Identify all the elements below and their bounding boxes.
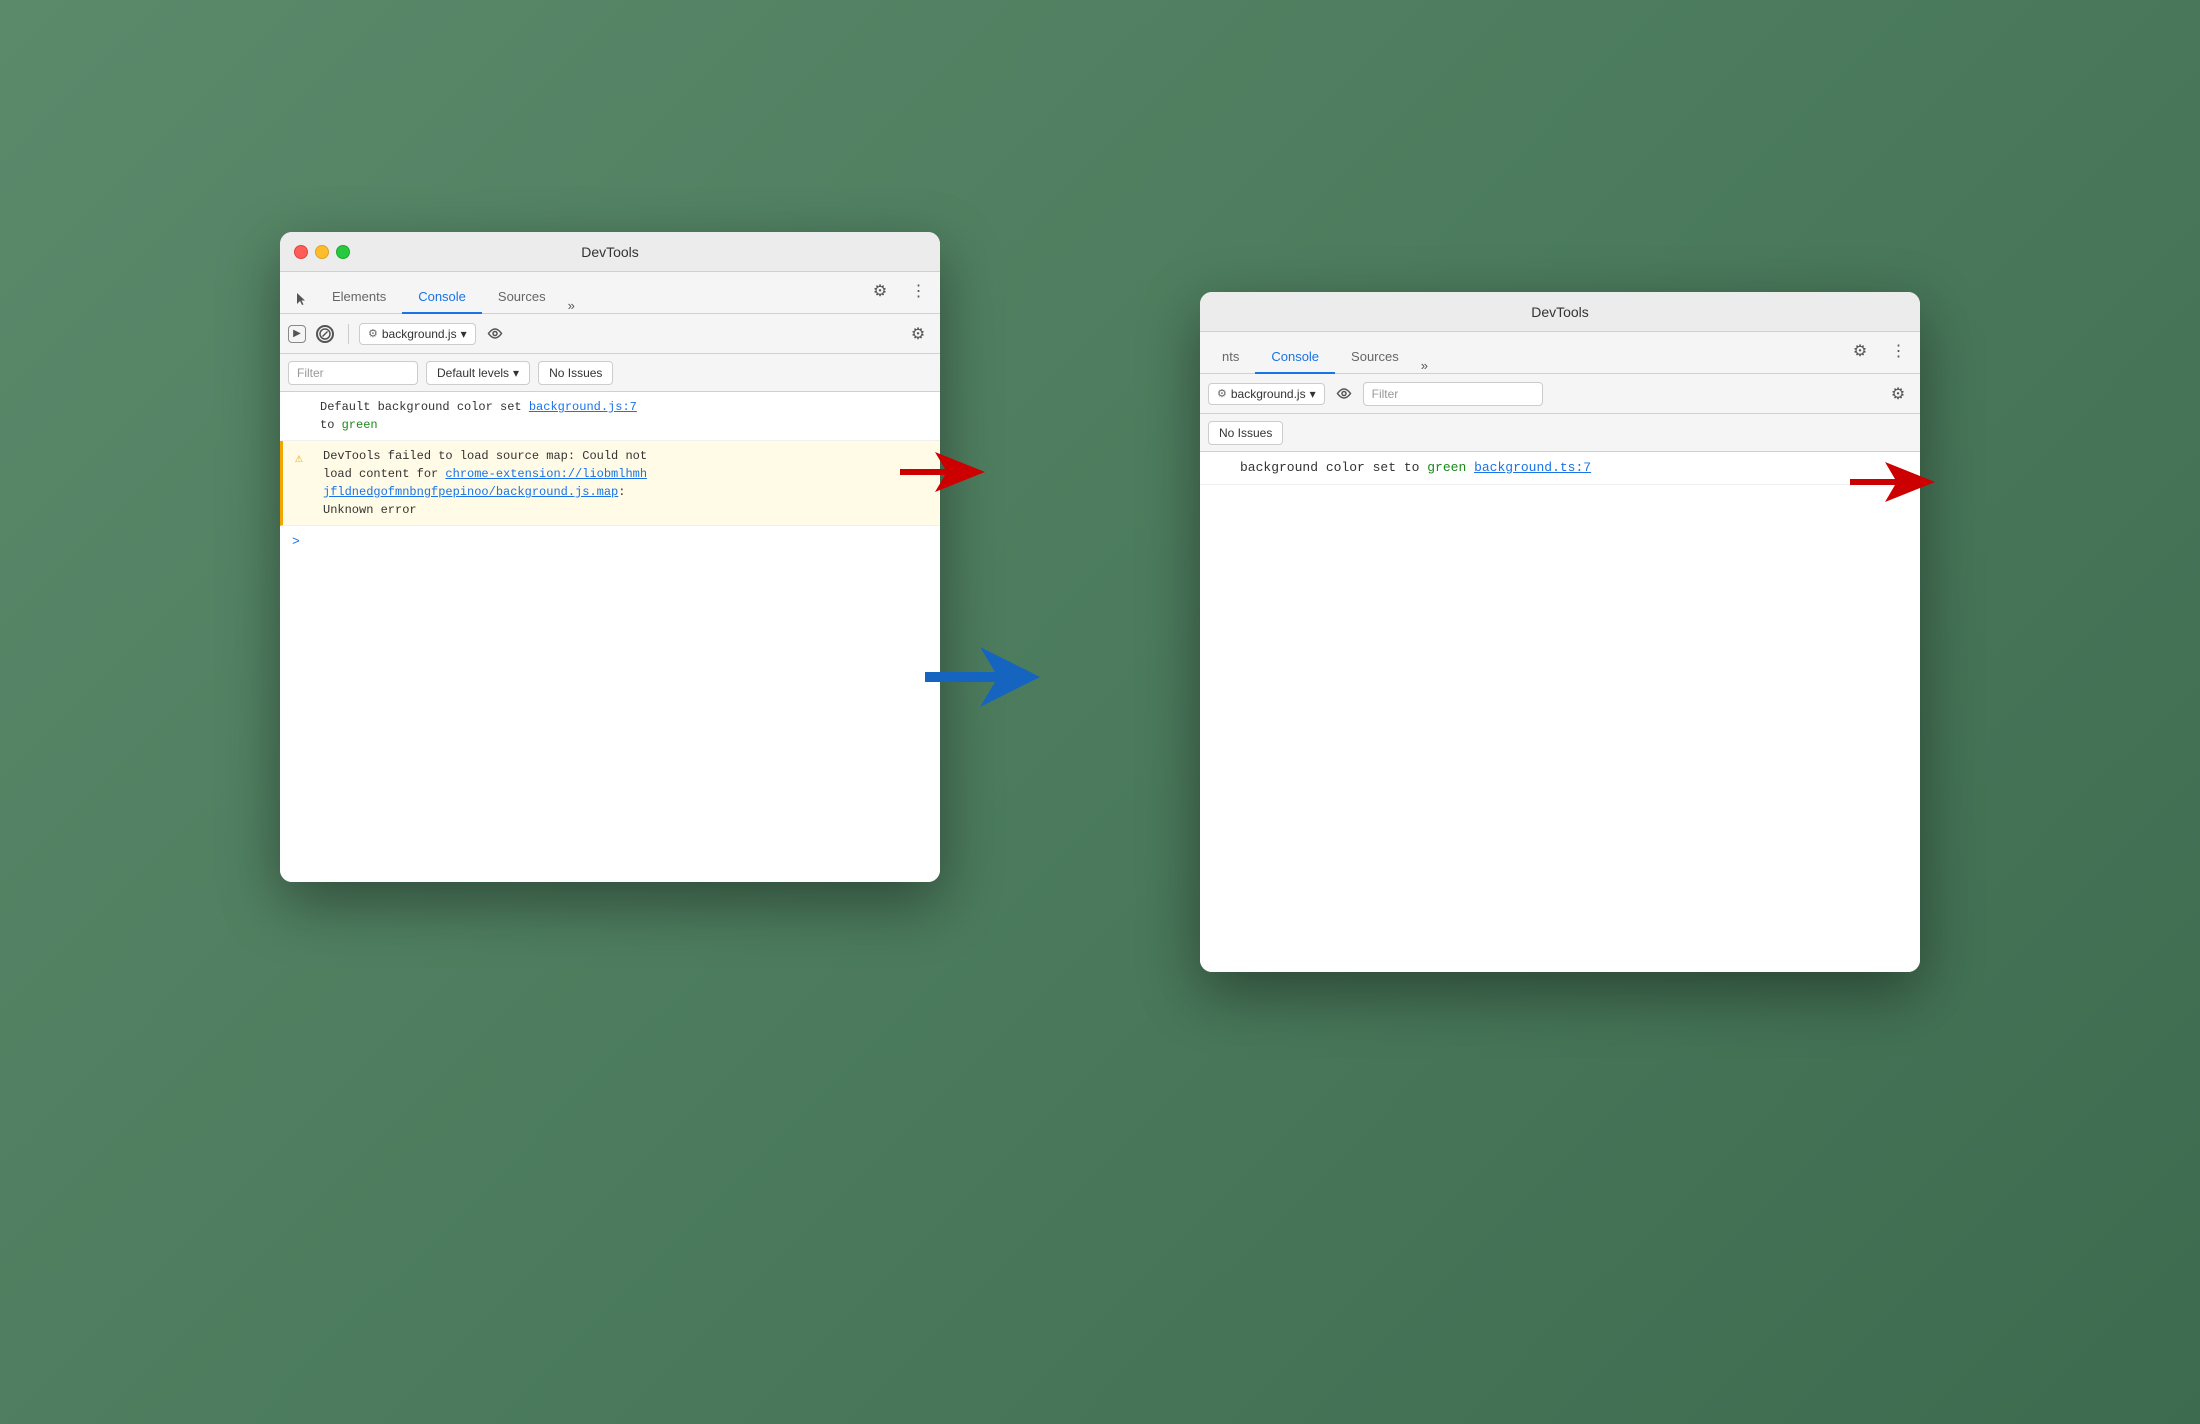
context-gear-icon-right: ⚙	[1217, 387, 1227, 400]
toolbar-right: ⚙ background.js ▾ Filter ⚙	[1200, 374, 1920, 414]
tab-elements[interactable]: Elements	[316, 281, 402, 314]
context-arrow-left: ▾	[461, 327, 467, 341]
close-button[interactable]	[294, 245, 308, 259]
stop-button[interactable]	[312, 321, 338, 347]
warning-text: DevTools failed to load source map: Coul…	[323, 449, 647, 517]
warning-icon: ⚠	[295, 449, 303, 469]
window-title-left: DevTools	[581, 244, 639, 260]
run-button[interactable]: ▶	[288, 325, 306, 343]
tab-sources-right[interactable]: Sources	[1335, 341, 1415, 374]
context-label-left: background.js	[382, 327, 457, 341]
message-right-text: background color set to green background…	[1240, 460, 1591, 475]
filter-input-right-toolbar[interactable]: Filter	[1363, 382, 1543, 406]
red-arrow-left	[895, 447, 985, 497]
tab-bar-right-left: ⚙ ⋮	[866, 277, 932, 313]
traffic-lights-left	[294, 245, 350, 259]
scene: DevTools Elements Console Sources	[200, 112, 2000, 1312]
eye-button-right[interactable]	[1331, 381, 1357, 407]
filter-input-left[interactable]: Filter	[288, 361, 418, 385]
tab-more-left[interactable]: »	[562, 298, 581, 313]
eye-button-left[interactable]	[482, 321, 508, 347]
console-settings-right[interactable]: ⚙	[1884, 380, 1912, 408]
title-bar-left: DevTools	[280, 232, 940, 272]
maximize-button[interactable]	[336, 245, 350, 259]
tab-more-right[interactable]: »	[1415, 358, 1434, 373]
message1-link[interactable]: background.js:7	[529, 400, 637, 414]
context-selector-left[interactable]: ⚙ background.js ▾	[359, 323, 476, 345]
tab-console-left[interactable]: Console	[402, 281, 482, 314]
devtools-window-left: DevTools Elements Console Sources	[280, 232, 940, 882]
cursor-tool[interactable]	[288, 285, 316, 313]
console-settings-left[interactable]: ⚙	[904, 320, 932, 348]
no-issues-button-right[interactable]: No Issues	[1208, 421, 1283, 445]
window-body-left: Elements Console Sources » ⚙ ⋮ ▶	[280, 272, 940, 882]
tab-bar-right-controls: ⚙ ⋮	[1846, 337, 1912, 373]
more-button-left[interactable]: ⋮	[904, 277, 932, 305]
context-arrow-right: ▾	[1310, 387, 1316, 401]
console-warning-1: ⚠ DevTools failed to load source map: Co…	[280, 441, 940, 526]
context-gear-icon: ⚙	[368, 327, 378, 340]
message-right-link[interactable]: background.ts:7	[1474, 460, 1591, 475]
minimize-button[interactable]	[315, 245, 329, 259]
tab-console-right[interactable]: Console	[1255, 341, 1335, 374]
window-title-right: DevTools	[1531, 304, 1589, 320]
tab-bar-left: Elements Console Sources » ⚙ ⋮	[280, 272, 940, 314]
toolbar-left: ▶ ⚙ background.js ▾	[280, 314, 940, 354]
filter-bar-right: No Issues	[1200, 414, 1920, 452]
tab-bar-right-win: nts Console Sources » ⚙ ⋮	[1200, 332, 1920, 374]
more-button-right[interactable]: ⋮	[1884, 337, 1912, 365]
devtools-window-right: DevTools nts Console Sources » ⚙ ⋮	[1200, 292, 1920, 972]
console-prompt-left[interactable]: >	[280, 526, 940, 557]
console-content-left: Default background color set background.…	[280, 392, 940, 882]
filter-bar-left: Filter Default levels ▾ No Issues	[280, 354, 940, 392]
red-arrow-right	[1845, 457, 1935, 512]
message1-to: to green	[320, 418, 378, 432]
message1-color-text: green	[342, 418, 378, 432]
stop-circle-icon	[316, 325, 334, 343]
console-content-right: background color set to green background…	[1200, 452, 1920, 972]
console-message-right-1: background color set to green background…	[1200, 452, 1920, 485]
levels-button-left[interactable]: Default levels ▾	[426, 361, 530, 385]
settings-button-left[interactable]: ⚙	[866, 277, 894, 305]
prompt-symbol: >	[292, 534, 300, 549]
title-bar-right: DevTools	[1200, 292, 1920, 332]
context-label-right: background.js	[1231, 387, 1306, 401]
warning-link[interactable]: chrome-extension://liobmlhmhjfldnedgofmn…	[323, 467, 647, 499]
no-issues-button-left[interactable]: No Issues	[538, 361, 613, 385]
window-body-right: nts Console Sources » ⚙ ⋮ ⚙ background	[1200, 332, 1920, 972]
context-selector-right[interactable]: ⚙ background.js ▾	[1208, 383, 1325, 405]
tab-sources-left[interactable]: Sources	[482, 281, 562, 314]
settings-button-right[interactable]: ⚙	[1846, 337, 1874, 365]
message-right-color: green	[1427, 460, 1466, 475]
toolbar-separator-1	[348, 324, 349, 344]
message1-text: Default background color set background.…	[320, 400, 637, 414]
blue-arrow-between	[920, 642, 1040, 717]
console-message-1: Default background color set background.…	[280, 392, 940, 441]
tab-elements-right[interactable]: nts	[1206, 341, 1255, 374]
